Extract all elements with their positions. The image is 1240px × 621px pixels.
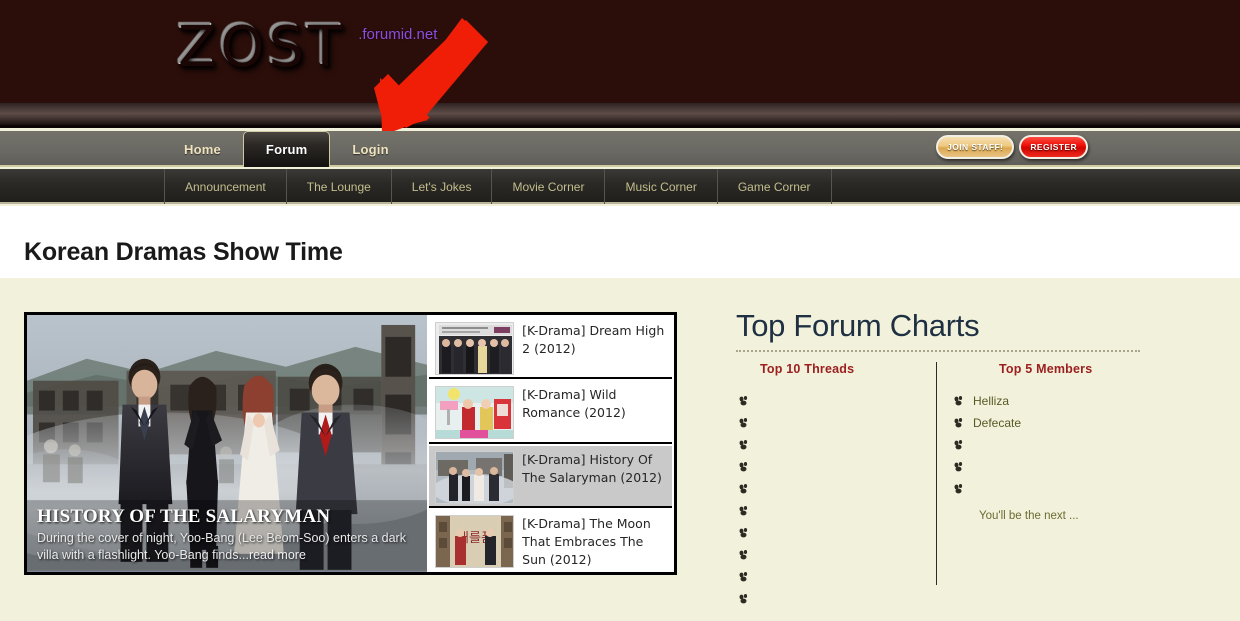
page-title: Korean Dramas Show Time (24, 238, 343, 266)
list-item[interactable] (736, 588, 936, 610)
subnav-item-announcement[interactable]: Announcement (164, 169, 287, 204)
paw-bullet-icon (738, 505, 750, 517)
slider-item-title: [K-Drama] Wild Romance (2012) (522, 387, 626, 421)
paw-bullet-icon (738, 571, 750, 583)
top-members-list: Helliza Defecate (951, 390, 1181, 500)
top-forum-charts-panel: Top Forum Charts Top 10 Threads Top 5 Me… (736, 308, 1206, 610)
thumbnail-image-history-of-the-salaryman (435, 450, 515, 504)
paw-bullet-icon (738, 461, 750, 473)
nav-tab-home[interactable]: Home (162, 131, 243, 167)
member-name[interactable]: Helliza (973, 394, 1009, 408)
slider-thumbnail-list: [K-Drama] Dream High 2 (2012) [K-Drama] … (427, 315, 674, 572)
join-staff-button[interactable]: JOIN STAFF! (936, 135, 1015, 159)
nav-action-buttons: JOIN STAFF! REGISTER (936, 135, 1088, 159)
main-nav-tabs: Home Forum Login (162, 131, 411, 167)
paw-bullet-icon (738, 417, 750, 429)
subnav-item-lets-jokes[interactable]: Let's Jokes (392, 169, 493, 204)
thumbnail-image-dream-high-2 (435, 322, 515, 375)
slider-item-the-moon-that-embraces-the-sun[interactable]: 해를품 [K-Drama] The Moon That Embraces The… (429, 509, 672, 570)
hero-read-more-link[interactable]: read more (249, 548, 306, 562)
paw-bullet-icon (738, 549, 750, 561)
paw-bullet-icon (738, 483, 750, 495)
list-item[interactable] (736, 412, 936, 434)
list-item[interactable] (736, 566, 936, 588)
list-item[interactable] (736, 544, 936, 566)
paw-bullet-icon (953, 439, 965, 451)
nav-tab-forum[interactable]: Forum (242, 131, 331, 167)
list-item[interactable] (736, 478, 936, 500)
content-area: HISTORY OF THE SALARYMAN During the cove… (0, 278, 1240, 621)
subnav-item-game-corner[interactable]: Game Corner (718, 169, 832, 204)
member-name[interactable]: Defecate (973, 416, 1021, 430)
list-item[interactable]: Helliza (951, 390, 1181, 412)
main-navigation: Home Forum Login JOIN STAFF! REGISTER (0, 131, 1240, 167)
top-threads-heading: Top 10 Threads (760, 362, 855, 376)
charts-heading: Top Forum Charts (736, 308, 980, 343)
slider-item-title: [K-Drama] History Of The Salaryman (2012… (522, 451, 662, 485)
paw-bullet-icon (738, 527, 750, 539)
list-item[interactable] (736, 522, 936, 544)
logo-domain-text: .forumid.net (358, 26, 438, 43)
hero-title: HISTORY OF THE SALARYMAN (37, 506, 331, 527)
page-root: ZOST .forumid.net Home Forum Login JOIN … (0, 0, 1240, 621)
thumbnail-image-wild-romance (435, 386, 515, 440)
subnav-item-music-corner[interactable]: Music Corner (605, 169, 718, 204)
subnav-item-movie-corner[interactable]: Movie Corner (492, 169, 606, 204)
register-button[interactable]: REGISTER (1019, 135, 1088, 159)
top-members-note: You'll be the next ... (979, 510, 1079, 522)
featured-slider: HISTORY OF THE SALARYMAN During the cove… (24, 312, 677, 575)
sub-navigation: Announcement The Lounge Let's Jokes Movi… (0, 169, 1240, 204)
charts-divider (736, 350, 1140, 352)
hero-description: During the cover of night, Yoo-Bang (Lee… (37, 530, 417, 564)
slider-item-wild-romance[interactable]: [K-Drama] Wild Romance (2012) (429, 381, 672, 444)
list-item[interactable] (736, 500, 936, 522)
paw-bullet-icon (738, 439, 750, 451)
paw-bullet-icon (738, 593, 750, 605)
paw-bullet-icon (953, 417, 965, 429)
list-item[interactable]: Defecate (951, 412, 1181, 434)
paw-bullet-icon (953, 395, 965, 407)
slider-item-history-of-the-salaryman[interactable]: [K-Drama] History Of The Salaryman (2012… (429, 445, 672, 508)
charts-column-separator (936, 362, 937, 585)
top-threads-list (736, 390, 936, 610)
slider-item-dream-high-2[interactable]: [K-Drama] Dream High 2 (2012) (429, 317, 672, 380)
list-item[interactable] (951, 456, 1181, 478)
banner-gloss-strip (0, 103, 1240, 128)
site-logo[interactable]: ZOST .forumid.net (176, 18, 437, 74)
hero-caption: HISTORY OF THE SALARYMAN During the cove… (27, 500, 427, 572)
list-item[interactable] (736, 456, 936, 478)
nav-tab-login[interactable]: Login (330, 131, 410, 167)
thumbnail-image-the-moon-that-embraces-the-sun: 해를품 (435, 514, 515, 568)
top-members-heading: Top 5 Members (999, 362, 1093, 376)
slider-item-title: [K-Drama] Dream High 2 (2012) (522, 323, 665, 356)
logo-wordmark: ZOST (176, 13, 345, 78)
slider-hero[interactable]: HISTORY OF THE SALARYMAN During the cove… (27, 315, 428, 572)
list-item[interactable] (736, 390, 936, 412)
list-item[interactable] (951, 478, 1181, 500)
top-threads-column: Top 10 Threads (736, 362, 936, 610)
paw-bullet-icon (953, 461, 965, 473)
list-item[interactable] (736, 434, 936, 456)
paw-bullet-icon (738, 395, 750, 407)
site-banner: ZOST .forumid.net (0, 0, 1240, 103)
slider-item-title: [K-Drama] The Moon That Embraces The Sun… (522, 515, 651, 567)
list-item[interactable] (951, 434, 1181, 456)
subnav-item-the-lounge[interactable]: The Lounge (287, 169, 392, 204)
hero-description-text: During the cover of night, Yoo-Bang (Lee… (37, 531, 406, 562)
top-members-column: Top 5 Members Helliza Defecate You'll be… (951, 362, 1181, 610)
paw-bullet-icon (953, 483, 965, 495)
